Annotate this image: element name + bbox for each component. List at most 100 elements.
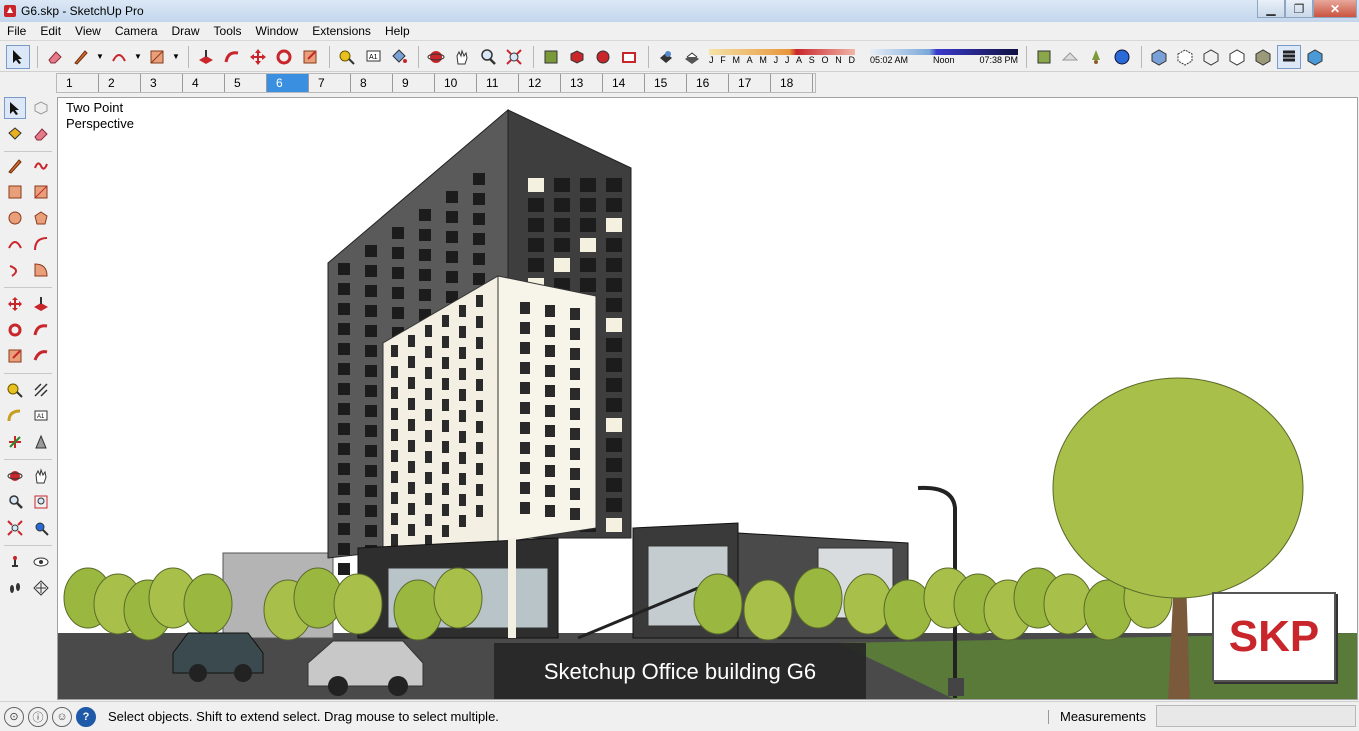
zoom-tool[interactable] (4, 491, 26, 513)
text-tool[interactable]: A1 (30, 405, 52, 427)
pie-tool[interactable] (30, 259, 52, 281)
paint-bucket-tool-button[interactable] (387, 45, 411, 69)
rotate-tool-button[interactable] (272, 45, 296, 69)
scene-tab[interactable]: 12 (519, 74, 561, 92)
menu-help[interactable]: Help (378, 24, 417, 38)
protractor-tool[interactable] (4, 405, 26, 427)
shaded-style-button[interactable] (1251, 45, 1275, 69)
two-point-arc-tool[interactable] (30, 233, 52, 255)
line-tool-button[interactable] (69, 45, 93, 69)
scene-tab[interactable]: 7 (309, 74, 351, 92)
scene-tab[interactable]: 8 (351, 74, 393, 92)
add-location-button[interactable] (1032, 45, 1056, 69)
eraser-tool-button[interactable] (43, 45, 67, 69)
hidden-line-style-button[interactable] (1225, 45, 1249, 69)
scene-tab[interactable]: 14 (603, 74, 645, 92)
move-tool[interactable] (4, 293, 26, 315)
arc-tool-button[interactable] (107, 45, 131, 69)
orbit-tool-button[interactable] (424, 45, 448, 69)
orbit-tool[interactable] (4, 465, 26, 487)
text-tool-button[interactable]: A1 (361, 45, 385, 69)
move-tool-button[interactable] (246, 45, 270, 69)
measurements-input[interactable] (1156, 705, 1356, 727)
close-button[interactable]: ✕ (1313, 0, 1357, 18)
scene-tab[interactable]: 15 (645, 74, 687, 92)
push-pull-tool[interactable] (30, 293, 52, 315)
warehouse-button[interactable] (539, 45, 563, 69)
scale-tool-button[interactable] (298, 45, 322, 69)
scene-tab[interactable]: 10 (435, 74, 477, 92)
shadow-time-slider[interactable]: 05:02 AM Noon 07:38 PM (870, 48, 1018, 65)
arc-tool[interactable] (4, 233, 26, 255)
walk-tool[interactable] (4, 577, 26, 599)
axes-tool[interactable] (4, 431, 26, 453)
share-component-button[interactable] (591, 45, 615, 69)
paint-bucket-tool[interactable] (4, 123, 26, 145)
display-shadows-button[interactable] (680, 45, 704, 69)
zoom-extents-tool[interactable] (4, 517, 26, 539)
wireframe-style-button[interactable] (1199, 45, 1223, 69)
geo-location-icon[interactable]: ⊙ (4, 706, 24, 727)
extension-warehouse-button[interactable] (617, 45, 641, 69)
model-viewport[interactable]: Two Point Perspective Sketchup Office bu… (57, 97, 1358, 700)
shadow-settings-button[interactable] (654, 45, 678, 69)
select-tool[interactable] (4, 97, 26, 119)
pan-tool-button[interactable] (450, 45, 474, 69)
zoom-window-tool[interactable] (30, 491, 52, 513)
toggle-terrain-button[interactable] (1058, 45, 1082, 69)
back-edges-style-button[interactable] (1173, 45, 1197, 69)
rectangle-tool-button[interactable] (145, 45, 169, 69)
menu-view[interactable]: View (68, 24, 108, 38)
offset-tool[interactable] (30, 345, 52, 367)
zoom-tool-button[interactable] (476, 45, 500, 69)
minimize-button[interactable]: ▁ (1257, 0, 1285, 18)
rotate-tool[interactable] (4, 319, 26, 341)
scene-tab[interactable]: 2 (99, 74, 141, 92)
menu-file[interactable]: File (0, 24, 33, 38)
preview-google-earth-button[interactable] (1110, 45, 1134, 69)
polygon-tool[interactable] (30, 207, 52, 229)
pan-tool[interactable] (30, 465, 52, 487)
position-camera-tool[interactable] (4, 551, 26, 573)
line-dropdown-button[interactable]: ▼ (95, 45, 105, 69)
scene-tab[interactable]: 11 (477, 74, 519, 92)
monochrome-style-button[interactable] (1303, 45, 1327, 69)
scene-tab[interactable]: 9 (393, 74, 435, 92)
make-component-tool[interactable] (30, 97, 52, 119)
rotated-rectangle-tool[interactable] (30, 181, 52, 203)
menu-tools[interactable]: Tools (207, 24, 249, 38)
scene-tab[interactable]: 5 (225, 74, 267, 92)
three-point-arc-tool[interactable] (4, 259, 26, 281)
menu-extensions[interactable]: Extensions (305, 24, 378, 38)
select-tool-button[interactable] (6, 44, 30, 69)
photo-textures-button[interactable] (1084, 45, 1108, 69)
section-plane-tool[interactable] (30, 577, 52, 599)
share-model-button[interactable] (565, 45, 589, 69)
look-around-tool[interactable] (30, 551, 52, 573)
line-tool[interactable] (4, 155, 26, 177)
tape-measure-tool[interactable] (4, 379, 26, 401)
shadow-date-slider[interactable]: J F M A M J J A S O N D (709, 48, 855, 65)
menu-camera[interactable]: Camera (108, 24, 165, 38)
scene-tab[interactable]: 17 (729, 74, 771, 92)
dimension-tool[interactable] (30, 379, 52, 401)
scale-tool[interactable] (4, 345, 26, 367)
follow-me-tool[interactable] (30, 319, 52, 341)
help-icon[interactable]: ? (76, 706, 96, 727)
push-pull-tool-button[interactable] (194, 45, 218, 69)
restore-button[interactable]: ❐ (1285, 0, 1313, 18)
scene-tab[interactable]: 4 (183, 74, 225, 92)
shaded-textures-style-button[interactable] (1277, 44, 1301, 69)
scene-tab[interactable]: 13 (561, 74, 603, 92)
arc-dropdown-button[interactable]: ▼ (133, 45, 143, 69)
zoom-extents-button[interactable] (502, 45, 526, 69)
previous-view-tool[interactable] (30, 517, 52, 539)
scene-tab[interactable]: 16 (687, 74, 729, 92)
scene-tab[interactable]: 6 (267, 74, 309, 92)
menu-draw[interactable]: Draw (165, 24, 207, 38)
freehand-tool[interactable] (30, 155, 52, 177)
tape-measure-tool-button[interactable] (335, 45, 359, 69)
menu-edit[interactable]: Edit (33, 24, 68, 38)
circle-tool[interactable] (4, 207, 26, 229)
user-account-icon[interactable]: ☺ (52, 706, 72, 727)
